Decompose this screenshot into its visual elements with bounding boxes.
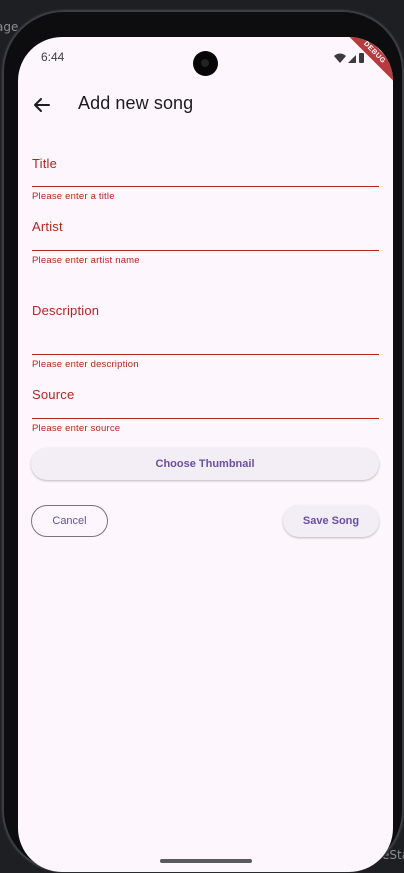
choose-thumbnail-button[interactable]: Choose Thumbnail — [31, 448, 379, 480]
artist-field-error: Please enter artist name — [32, 255, 140, 266]
wifi-icon — [334, 53, 346, 63]
description-field-error: Please enter description — [32, 359, 139, 370]
source-field-underline — [32, 418, 379, 419]
source-field-label: Source — [32, 387, 75, 402]
back-button[interactable] — [28, 91, 56, 119]
cancel-button[interactable]: Cancel — [31, 505, 108, 537]
app-bar: Add new song — [18, 85, 393, 125]
title-field[interactable]: Title Please enter a title — [32, 156, 379, 206]
title-field-error: Please enter a title — [32, 191, 115, 202]
title-field-underline — [32, 186, 379, 187]
page-title: Add new song — [78, 93, 194, 113]
source-field-error: Please enter source — [32, 423, 121, 434]
signal-icon — [348, 55, 356, 63]
front-camera — [193, 51, 218, 76]
title-field-label: Title — [32, 156, 58, 171]
status-time: 6:44 — [41, 50, 65, 64]
status-bar: 6:44 DEBUG — [18, 37, 393, 84]
description-field[interactable]: Description Please enter description — [32, 303, 379, 373]
home-indicator[interactable] — [160, 859, 252, 863]
source-field[interactable]: Source Please enter source — [32, 387, 379, 437]
phone-frame: 6:44 DEBUG Add new song Title Please ent… — [2, 10, 404, 872]
artist-field[interactable]: Artist Please enter artist name — [32, 219, 379, 269]
save-song-button[interactable]: Save Song — [283, 505, 379, 537]
artist-field-label: Artist — [32, 219, 63, 234]
artist-field-underline — [32, 250, 379, 251]
description-field-label: Description — [32, 303, 100, 318]
phone-screen: 6:44 DEBUG Add new song Title Please ent… — [18, 37, 393, 872]
battery-icon — [359, 53, 364, 63]
description-field-underline — [32, 354, 379, 355]
arrow-back-icon — [34, 98, 50, 112]
